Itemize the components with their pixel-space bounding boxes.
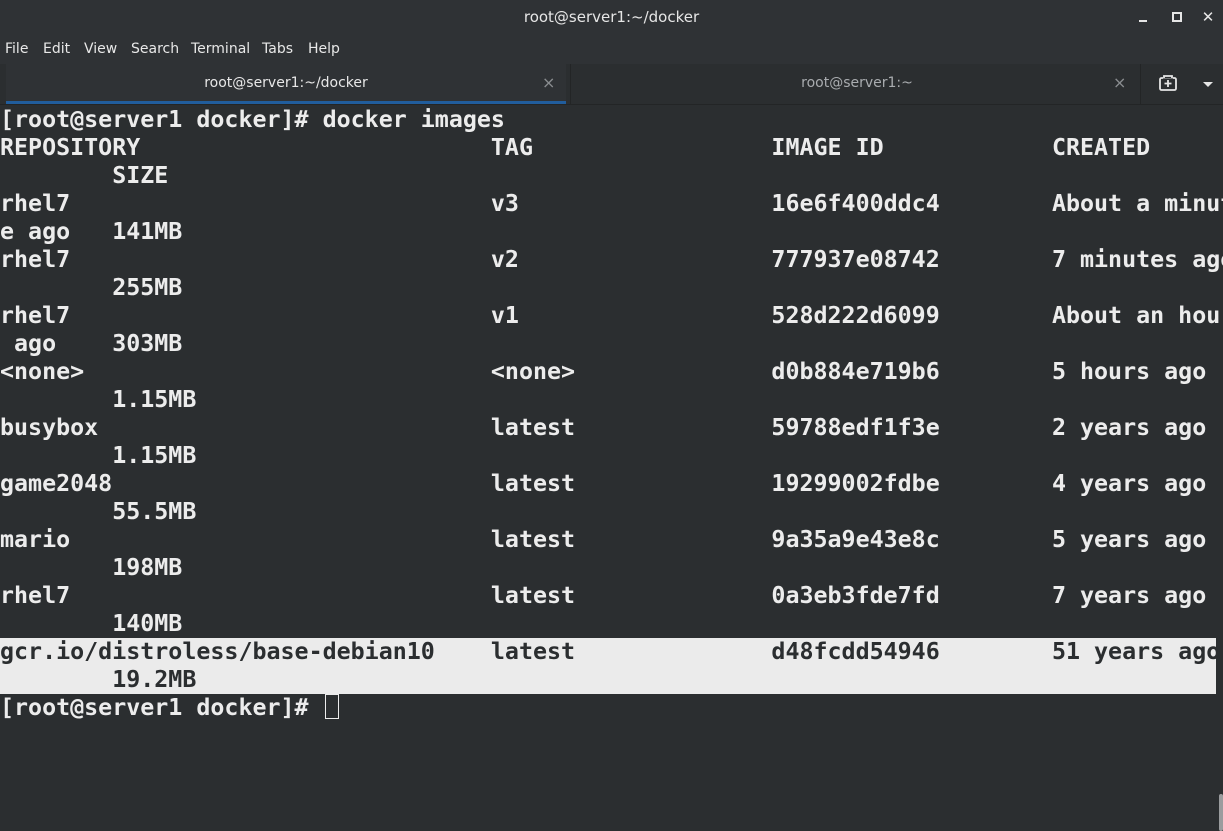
- menu-tabs[interactable]: Tabs: [262, 41, 293, 57]
- tab-close-icon[interactable]: ×: [1113, 73, 1126, 92]
- terminal-line: rhel7 v2 777937e08742 7 minutes ago: [0, 246, 1223, 273]
- tab-home[interactable]: root@server1:~ ×: [578, 64, 1136, 104]
- menu-help[interactable]: Help: [308, 41, 340, 57]
- terminal-line-selected: gcr.io/distroless/base-debian10 latest d…: [0, 638, 1221, 665]
- terminal-line: REPOSITORY TAG IMAGE ID CREATED: [0, 134, 1151, 161]
- menu-edit[interactable]: Edit: [43, 41, 70, 57]
- terminal-line-selected: 19.2MB: [0, 666, 197, 693]
- tab-divider: [570, 64, 571, 104]
- terminal-line: ago 303MB: [0, 330, 183, 357]
- terminal-line: 140MB: [0, 610, 183, 637]
- scrollbar[interactable]: [1219, 794, 1223, 831]
- terminal-prompt: [root@server1 docker]#: [0, 694, 323, 721]
- terminal-prompt-line[interactable]: [root@server1 docker]#: [0, 694, 339, 722]
- terminal-line: e ago 141MB: [0, 218, 183, 245]
- tab-label: root@server1:~: [801, 75, 913, 91]
- window-title: root@server1:~/docker: [523, 8, 700, 26]
- chevron-down-icon[interactable]: [1200, 74, 1216, 94]
- tab-label: root@server1:~/docker: [204, 75, 368, 91]
- terminal-line: rhel7 latest 0a3eb3fde7fd 7 years ago: [0, 582, 1207, 609]
- window-titlebar: root@server1:~/docker ✕: [0, 0, 1223, 34]
- tab-docker[interactable]: root@server1:~/docker ×: [6, 64, 566, 104]
- text-cursor: [324, 694, 339, 719]
- tab-bar: root@server1:~/docker × root@server1:~ ×: [0, 64, 1223, 105]
- menu-view[interactable]: View: [84, 41, 117, 57]
- active-tab-indicator: [6, 101, 566, 104]
- terminal-line: [root@server1 docker]# docker images: [0, 106, 505, 133]
- terminal-line: rhel7 v3 16e6f400ddc4 About a minut: [0, 190, 1223, 217]
- minimize-icon[interactable]: [1134, 7, 1152, 27]
- terminal-line: game2048 latest 19299002fdbe 4 years ago: [0, 470, 1207, 497]
- terminal-line: 255MB: [0, 274, 183, 301]
- terminal-line: mario latest 9a35a9e43e8c 5 years ago: [0, 526, 1207, 553]
- close-icon[interactable]: ✕: [1199, 7, 1217, 27]
- tab-close-icon[interactable]: ×: [542, 73, 555, 92]
- terminal-line: SIZE: [0, 162, 169, 189]
- menu-bar: File Edit View Search Terminal Tabs Help: [0, 34, 1223, 64]
- tab-divider: [1140, 64, 1141, 104]
- menu-file[interactable]: File: [5, 41, 28, 57]
- terminal-line: rhel7 v1 528d222d6099 About an hour: [0, 302, 1223, 329]
- terminal-line: busybox latest 59788edf1f3e 2 years ago: [0, 414, 1207, 441]
- terminal-line: 198MB: [0, 554, 183, 581]
- new-tab-icon[interactable]: [1158, 74, 1178, 94]
- terminal-line: 1.15MB: [0, 386, 197, 413]
- terminal-line: 55.5MB: [0, 498, 197, 525]
- terminal-line: 1.15MB: [0, 442, 197, 469]
- menu-search[interactable]: Search: [131, 41, 179, 57]
- menu-terminal[interactable]: Terminal: [191, 41, 250, 57]
- terminal-line: <none> <none> d0b884e719b6 5 hours ago: [0, 358, 1207, 385]
- terminal-output[interactable]: [root@server1 docker]# docker images REP…: [0, 106, 1223, 831]
- maximize-icon[interactable]: [1168, 7, 1186, 27]
